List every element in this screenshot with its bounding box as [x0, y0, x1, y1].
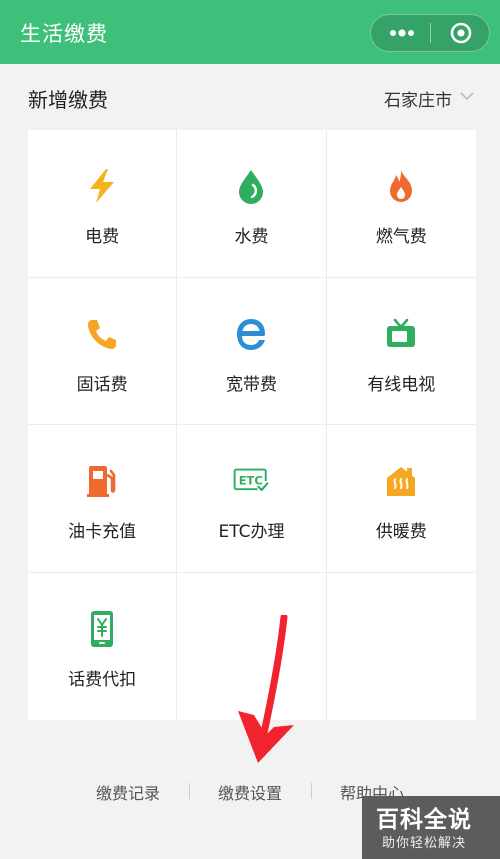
service-label: 固话费: [76, 374, 128, 395]
footer-divider: [311, 783, 312, 799]
chevron-down-icon[interactable]: [460, 91, 474, 101]
service-broadband[interactable]: 宽带费: [177, 277, 327, 425]
service-gas[interactable]: 燃气费: [326, 130, 476, 278]
empty-cell: [327, 573, 476, 721]
mobile-yuan-icon: [84, 610, 120, 647]
service-label: ETC办理: [218, 522, 285, 542]
target-close-icon[interactable]: [450, 22, 472, 44]
top-app-bar: 生活缴费: [0, 0, 500, 64]
footer-link-payment-records[interactable]: 缴费记录: [96, 780, 160, 804]
service-water[interactable]: 水费: [177, 130, 327, 278]
service-label: 供暖费: [375, 522, 427, 542]
section-header: 新增缴费 石家庄市: [0, 64, 500, 130]
phone-icon: [84, 316, 120, 352]
more-dots-icon[interactable]: [389, 25, 415, 41]
service-fuel-card[interactable]: 油卡充值: [28, 425, 178, 573]
service-label: 宽带费: [225, 374, 277, 395]
ie-icon: [233, 316, 269, 352]
service-label: 油卡充值: [68, 522, 137, 542]
service-label: 有线电视: [367, 374, 436, 395]
app-title: 生活缴费: [20, 22, 108, 46]
footer-link-payment-settings[interactable]: 缴费设置: [218, 780, 282, 804]
service-label: 电费: [85, 227, 120, 247]
service-label: 水费: [234, 227, 269, 247]
service-electricity[interactable]: 电费: [28, 130, 178, 278]
service-etc[interactable]: ETC ETC办理: [177, 425, 327, 573]
watermark-badge: 百科全说 助你轻松解决: [362, 796, 500, 859]
water-drop-icon: [233, 168, 269, 204]
service-cable-tv[interactable]: 有线电视: [326, 278, 476, 425]
service-heating[interactable]: 供暖费: [326, 425, 476, 573]
capsule-divider: [430, 23, 431, 43]
flame-icon: [383, 168, 419, 204]
lightning-icon: [84, 168, 120, 204]
heating-house-icon: [383, 463, 419, 499]
city-selector[interactable]: 石家庄市: [384, 86, 452, 111]
service-label: 燃气费: [375, 227, 427, 247]
svg-text:ETC: ETC: [239, 473, 263, 487]
watermark-main-text: 百科全说: [376, 807, 472, 833]
mini-program-capsule: [370, 14, 490, 52]
service-landline[interactable]: 固话费: [28, 277, 178, 425]
footer-divider: [189, 783, 190, 799]
watermark-sub-text: 助你轻松解决: [382, 836, 467, 851]
service-phone-autopay[interactable]: 话费代扣: [28, 572, 178, 720]
service-label: 话费代扣: [68, 669, 137, 690]
red-arrow-annotation: [238, 615, 294, 763]
fuel-pump-icon: [84, 463, 120, 499]
section-title: 新增缴费: [28, 88, 108, 112]
etc-icon: ETC: [233, 463, 269, 499]
tv-icon: [383, 316, 419, 352]
